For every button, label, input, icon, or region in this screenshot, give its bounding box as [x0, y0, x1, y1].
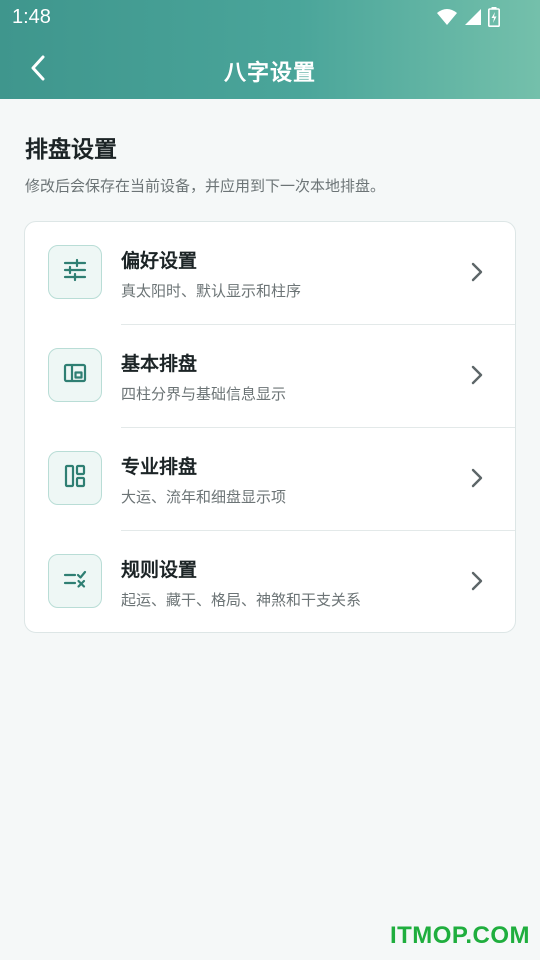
item-icon-box [48, 554, 102, 608]
header: 1:48 八字设置 [0, 0, 540, 99]
item-subtitle: 起运、藏干、格局、神煞和干支关系 [121, 591, 362, 609]
settings-card: 偏好设置 真太阳时、默认显示和柱序 基本排盘 四柱分界与基础信息显示 专业排盘 … [24, 221, 516, 633]
rules-check-icon [62, 566, 88, 596]
settings-item-rules[interactable]: 规则设置 起运、藏干、格局、神煞和干支关系 [25, 531, 515, 632]
chevron-right-icon [467, 569, 487, 593]
item-title: 偏好设置 [121, 250, 198, 272]
section-title: 排盘设置 [25, 137, 117, 163]
section-description: 修改后会保存在当前设备，并应用到下一次本地排盘。 [25, 177, 386, 195]
app-bar: 八字设置 [0, 40, 540, 99]
item-icon-box [48, 245, 102, 299]
status-bar: 1:48 [0, 0, 540, 36]
page-title: 八字设置 [223, 61, 316, 86]
cellular-signal-icon [464, 8, 482, 30]
settings-item-preferences[interactable]: 偏好设置 真太阳时、默认显示和柱序 [25, 222, 515, 325]
item-title: 基本排盘 [121, 353, 198, 375]
item-title: 专业排盘 [121, 456, 198, 478]
item-icon-box [48, 451, 102, 505]
dashboard-icon [62, 463, 88, 493]
item-title: 规则设置 [121, 559, 198, 581]
item-subtitle: 大运、流年和细盘显示项 [121, 488, 287, 506]
item-icon-box [48, 348, 102, 402]
wifi-icon [436, 8, 458, 30]
chevron-right-icon [467, 363, 487, 387]
watermark: ITMOP.COM [389, 922, 530, 949]
settings-item-pro-chart[interactable]: 专业排盘 大运、流年和细盘显示项 [25, 428, 515, 531]
item-subtitle: 真太阳时、默认显示和柱序 [121, 282, 302, 300]
layout-icon [62, 360, 88, 390]
item-subtitle: 四柱分界与基础信息显示 [121, 385, 287, 403]
chevron-right-icon [467, 466, 487, 490]
battery-charging-icon [488, 7, 500, 31]
chevron-right-icon [467, 260, 487, 284]
sliders-icon [62, 257, 88, 287]
status-icons [436, 7, 500, 31]
settings-item-basic-chart[interactable]: 基本排盘 四柱分界与基础信息显示 [25, 325, 515, 428]
status-time: 1:48 [12, 6, 51, 28]
